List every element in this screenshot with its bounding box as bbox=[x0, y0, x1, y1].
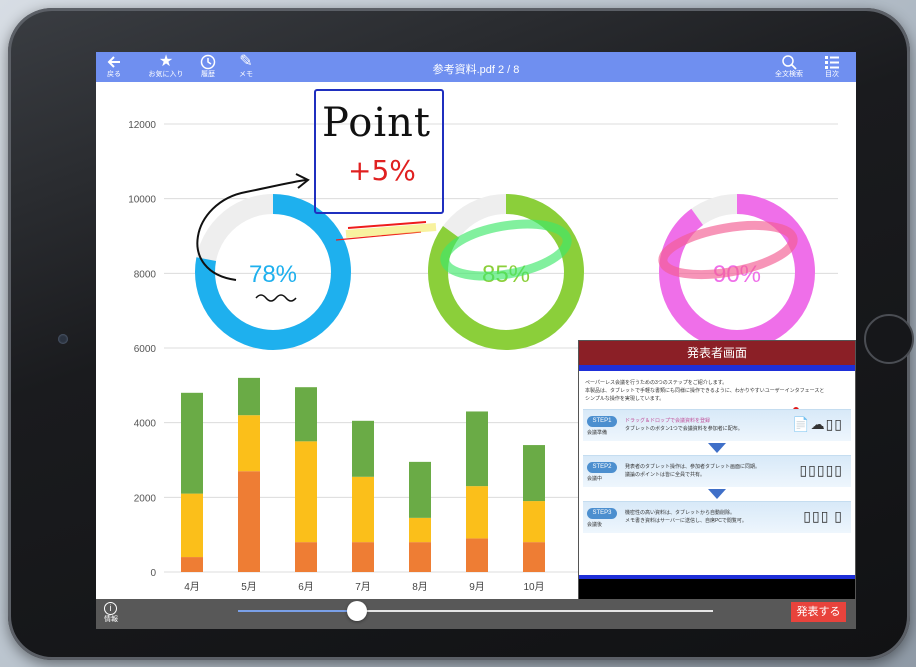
step-2-line: 議論のポイントは皆に全員で共有。 bbox=[625, 472, 706, 478]
info-button[interactable]: i 情報 bbox=[104, 602, 118, 624]
bar-segment bbox=[238, 415, 260, 472]
step-3-badge: STEP3 bbox=[587, 508, 617, 519]
tablet-frame: 戻る ★ お気に入り 履歴 ✎ メモ 参考資料.pdf 2 / 8 全文検索 目… bbox=[8, 8, 914, 660]
bar-segment bbox=[352, 420, 374, 477]
presenter-screen[interactable]: 発表者画面 ペーパーレス会議を行うための3つのステップをご紹介します。 本製品は… bbox=[578, 340, 856, 602]
step-3-text: 機密性の高い資料は、タブレットから自動削除。 メモ書き資料はサーバーに送信し、自… bbox=[625, 509, 775, 525]
presenter-intro-line: シンプルな操作を実現しています。 bbox=[585, 396, 665, 402]
search-icon bbox=[772, 54, 806, 71]
x-tick-label: 8月 bbox=[412, 581, 428, 593]
step-3-line: メモ書き資料はサーバーに送信し、自席PCで閲覧可。 bbox=[625, 518, 747, 524]
presenter-intro: ペーパーレス会議を行うための3つのステップをご紹介します。 本製品は、タブレット… bbox=[579, 371, 855, 409]
step-1-line: ドラッグ＆ドロップで会議資料を登録 bbox=[625, 418, 711, 424]
top-toolbar: 戻る ★ お気に入り 履歴 ✎ メモ 参考資料.pdf 2 / 8 全文検索 目… bbox=[96, 52, 856, 82]
document-title: 参考資料.pdf 2 / 8 bbox=[96, 61, 856, 77]
bar-segment bbox=[409, 461, 431, 518]
camera-icon bbox=[58, 334, 68, 344]
annotation-green-circle bbox=[440, 219, 572, 281]
fulltext-search-button[interactable]: 全文検索 bbox=[772, 54, 806, 79]
step-1-line: タブレットのボタン1つで会議資料を参加者に配布。 bbox=[625, 426, 743, 432]
x-tick-label: 5月 bbox=[241, 581, 257, 593]
screen: 戻る ★ お気に入り 履歴 ✎ メモ 参考資料.pdf 2 / 8 全文検索 目… bbox=[96, 52, 856, 629]
presenter-black-bar bbox=[579, 579, 855, 601]
list-icon bbox=[820, 54, 844, 71]
home-button[interactable] bbox=[864, 314, 914, 364]
bar-segment bbox=[523, 542, 545, 572]
page-slider-thumb[interactable] bbox=[346, 601, 367, 621]
annotation-squiggle bbox=[255, 294, 297, 302]
presenter-title: 発表者画面 bbox=[579, 341, 855, 365]
info-icon: i bbox=[104, 602, 117, 615]
bar-segment bbox=[238, 471, 260, 572]
step-3-device-icons: ▯▯▯ ▯ bbox=[803, 508, 843, 524]
bar-segment bbox=[181, 493, 203, 558]
step-2-subtitle: 会議中 bbox=[587, 476, 603, 482]
bar-segment bbox=[466, 486, 488, 539]
step-2-badge: STEP2 bbox=[587, 462, 617, 473]
step-1-subtitle: 会議準備 bbox=[587, 430, 608, 436]
bar-segment bbox=[352, 542, 374, 572]
step-3-panel: STEP3 会議後 機密性の高い資料は、タブレットから自動削除。 メモ書き資料は… bbox=[583, 501, 851, 533]
down-arrow-icon bbox=[708, 443, 726, 453]
bar-segment bbox=[466, 411, 488, 487]
step-1-panel: STEP1 会議準備 ドラッグ＆ドロップで会議資料を登録 タブレットのボタン1つ… bbox=[583, 409, 851, 441]
info-label: 情報 bbox=[104, 616, 118, 623]
step-1-device-icons: 📄☁▯▯ bbox=[792, 416, 843, 432]
bar-segment bbox=[295, 542, 317, 572]
y-tick-label: 2000 bbox=[134, 493, 157, 504]
bar-segment bbox=[181, 557, 203, 572]
annotation-arrow-curve bbox=[196, 179, 307, 281]
step-1-badge: STEP1 bbox=[587, 416, 617, 427]
bar-segment bbox=[238, 377, 260, 416]
search-label: 全文検索 bbox=[775, 71, 803, 78]
page-slider[interactable] bbox=[238, 601, 713, 621]
x-tick-label: 10月 bbox=[523, 581, 544, 593]
x-tick-label: 4月 bbox=[184, 581, 200, 593]
y-tick-label: 4000 bbox=[134, 419, 157, 430]
bar-segment bbox=[295, 387, 317, 442]
step-2-panel: STEP2 会議中 発表者のタブレット操作は、参加者タブレット画面に同期。 議論… bbox=[583, 455, 851, 487]
annotation-pink-circle bbox=[658, 220, 798, 280]
x-tick-label: 9月 bbox=[469, 581, 485, 593]
annotation-strokes bbox=[196, 173, 798, 302]
bar-segment bbox=[295, 441, 317, 543]
toc-label: 目次 bbox=[825, 71, 839, 78]
presenter-intro-line: ペーパーレス会議を行うための3つのステップをご紹介します。 bbox=[585, 380, 728, 386]
bar-segment bbox=[409, 542, 431, 572]
presenter-intro-line: 本製品は、タブレットで手軽な書類にも同様に操作できるように、わかりやすいユーザー… bbox=[585, 388, 825, 394]
bar-segment bbox=[181, 392, 203, 494]
down-arrow-icon bbox=[708, 489, 726, 499]
step-2-line: 発表者のタブレット操作は、参加者タブレット画面に同期。 bbox=[625, 464, 761, 470]
y-tick-label: 6000 bbox=[134, 344, 157, 355]
bar-segment bbox=[352, 476, 374, 543]
bar-segment bbox=[409, 517, 431, 543]
bar-segment bbox=[523, 501, 545, 543]
step-2-device-icons: ▯▯▯▯▯ bbox=[799, 462, 843, 478]
present-button[interactable]: 発表する bbox=[791, 602, 846, 622]
step-3-subtitle: 会議後 bbox=[587, 522, 603, 528]
page-indicator: 2 / 8 bbox=[498, 64, 520, 76]
x-tick-label: 6月 bbox=[298, 581, 314, 593]
bar-segment bbox=[523, 445, 545, 502]
step-3-line: 機密性の高い資料は、タブレットから自動削除。 bbox=[625, 510, 736, 516]
step-2-text: 発表者のタブレット操作は、参加者タブレット画面に同期。 議論のポイントは皆に全員… bbox=[625, 463, 775, 479]
step-1-text: ドラッグ＆ドロップで会議資料を登録 タブレットのボタン1つで会議資料を参加者に配… bbox=[625, 417, 775, 433]
x-tick-label: 7月 bbox=[355, 581, 371, 593]
y-tick-label: 0 bbox=[150, 568, 156, 579]
bottom-toolbar: i 情報 発表する bbox=[96, 599, 856, 629]
page-slider-fill bbox=[238, 610, 357, 612]
bar-segment bbox=[466, 538, 488, 572]
document-name: 参考資料.pdf bbox=[432, 64, 495, 76]
toc-button[interactable]: 目次 bbox=[820, 54, 844, 79]
